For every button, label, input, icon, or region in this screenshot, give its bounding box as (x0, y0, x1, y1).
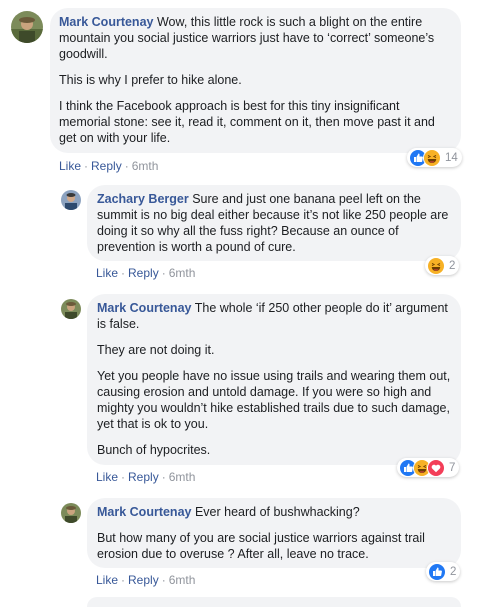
comment-text: This is why I prefer to hike alone. (59, 73, 242, 87)
like-link[interactable]: Like (96, 470, 118, 484)
comment-actions: Like · Reply · 6mth (96, 470, 196, 484)
like-link[interactable]: Like (96, 573, 118, 587)
avatar[interactable] (61, 299, 81, 319)
comment-bubble: Zachary Berger Sure and just one banana … (87, 185, 461, 261)
comment-author[interactable]: Zachary Berger (97, 192, 189, 206)
haha-icon (427, 256, 445, 275)
like-icon (428, 562, 446, 581)
reaction-count: 14 (445, 151, 458, 164)
love-icon (427, 458, 445, 477)
avatar-photo (61, 190, 81, 210)
reply-link[interactable]: Reply (91, 159, 122, 173)
comment-author[interactable]: Mark Courtenay (59, 15, 153, 29)
timestamp[interactable]: 6mth (169, 573, 196, 587)
avatar[interactable] (61, 503, 81, 523)
comment-author[interactable]: Mark Courtenay (97, 301, 191, 315)
timestamp[interactable]: 6mth (132, 159, 159, 173)
reply-link[interactable]: Reply (128, 573, 159, 587)
next-comment-bubble-edge (87, 597, 461, 607)
reaction-summary[interactable]: 2 (426, 562, 461, 581)
comment-text: Yet you people have no issue using trail… (97, 369, 451, 431)
comment-actions: Like · Reply · 6mth (59, 159, 159, 173)
comment-actions: Like · Reply · 6mth (96, 266, 196, 280)
reaction-summary[interactable]: 7 (397, 458, 460, 477)
timestamp[interactable]: 6mth (169, 470, 196, 484)
comment-text: They are not doing it. (97, 343, 215, 357)
reaction-summary[interactable]: 14 (407, 148, 462, 167)
comment-text: But how many of you are social justice w… (97, 531, 425, 561)
avatar-photo (11, 11, 43, 43)
comment-bubble: Mark Courtenay The whole ‘if 250 other p… (87, 294, 461, 465)
comment-actions: Like · Reply · 6mth (96, 573, 196, 587)
reaction-count: 7 (449, 461, 456, 474)
reaction-summary[interactable]: 2 (425, 256, 460, 275)
timestamp[interactable]: 6mth (169, 266, 196, 280)
avatar-photo (61, 299, 81, 319)
comment-text: Ever heard of bushwhacking? (194, 505, 360, 519)
reaction-count: 2 (450, 565, 457, 578)
comment-text: Bunch of hypocrites. (97, 443, 211, 457)
reaction-count: 2 (449, 259, 456, 272)
comment-text: I think the Facebook approach is best fo… (59, 99, 435, 145)
comment-bubble: Mark Courtenay Ever heard of bushwhackin… (87, 498, 461, 568)
like-link[interactable]: Like (59, 159, 81, 173)
like-link[interactable]: Like (96, 266, 118, 280)
avatar[interactable] (11, 11, 43, 43)
avatar-photo (61, 503, 81, 523)
avatar[interactable] (61, 190, 81, 210)
haha-icon (423, 148, 441, 167)
reply-link[interactable]: Reply (128, 470, 159, 484)
reply-link[interactable]: Reply (128, 266, 159, 280)
comment-author[interactable]: Mark Courtenay (97, 505, 191, 519)
comment-bubble: Mark Courtenay Wow, this little rock is … (50, 8, 461, 153)
